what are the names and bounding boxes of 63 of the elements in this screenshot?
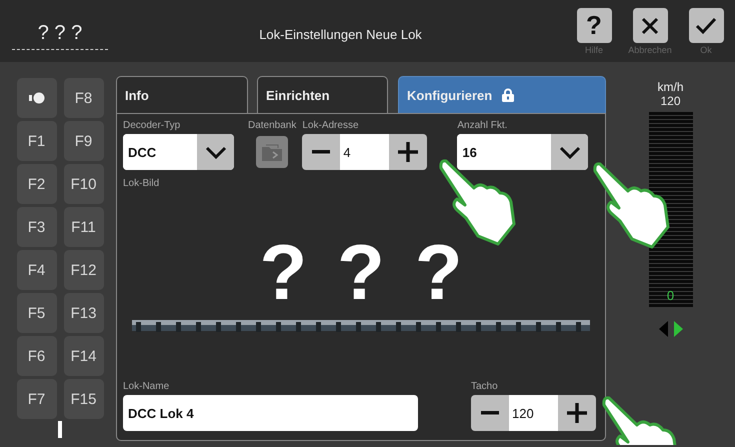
function-button[interactable]: F11 — [64, 207, 104, 247]
pointing-hand-icon — [601, 395, 679, 445]
decoder-type-dropdown[interactable]: DCC — [123, 134, 234, 170]
field-label: Lok-Bild — [123, 178, 160, 191]
pointing-hand-icon — [592, 161, 670, 251]
function-button[interactable]: F1 — [16, 121, 56, 161]
chevron-down-icon — [558, 146, 581, 158]
plus-icon — [567, 403, 587, 423]
function-count-dropdown[interactable]: 16 — [457, 134, 588, 170]
minus-icon — [312, 150, 330, 154]
close-icon — [641, 16, 659, 34]
current-speed: 0 — [666, 288, 676, 303]
chevron-down-icon — [204, 146, 226, 158]
tab[interactable]: Konfigurieren — [398, 76, 606, 113]
speed-unit: km/h — [657, 80, 684, 94]
lock-icon — [502, 88, 514, 102]
checkmark-icon — [695, 16, 717, 34]
folder-icon — [261, 142, 284, 162]
loco-name: ? ? ? — [12, 22, 108, 50]
function-button[interactable]: F4 — [16, 250, 56, 290]
cancel-button[interactable] — [632, 8, 668, 43]
button-caption: Ok — [700, 45, 712, 55]
question-mark: ? — [337, 240, 385, 304]
field-label: Lok-Adresse — [302, 120, 360, 133]
tab[interactable]: Einrichten — [257, 76, 388, 113]
function-button[interactable]: F14 — [64, 336, 104, 376]
field-label: Tacho — [471, 381, 499, 394]
increment-button[interactable] — [558, 395, 596, 431]
plus-icon — [398, 142, 418, 162]
question-mark: ? — [260, 240, 308, 304]
minus-icon — [481, 411, 499, 415]
function-button[interactable]: F9 — [64, 121, 104, 161]
function-button[interactable]: F6 — [16, 336, 56, 376]
function-button[interactable]: F3 — [16, 207, 56, 247]
function-button[interactable]: F2 — [16, 164, 56, 204]
help-button[interactable]: ? — [576, 8, 612, 43]
function-button[interactable]: F15 — [64, 379, 104, 419]
light-button[interactable] — [16, 78, 56, 118]
field-label: Anzahl Fkt. — [457, 120, 508, 133]
function-button[interactable]: F5 — [16, 293, 56, 333]
field-label: Datenbank — [248, 120, 296, 133]
tab[interactable]: Info — [116, 76, 248, 113]
ok-button[interactable] — [688, 8, 724, 43]
scroll-indicator — [58, 421, 62, 438]
function-button[interactable]: F13 — [64, 293, 104, 333]
window-title: Lok-Einstellungen Neue Lok — [258, 27, 423, 42]
function-button[interactable]: F8 — [64, 78, 104, 118]
max-speed: 120 — [660, 94, 681, 108]
button-caption: Abbrechen — [628, 45, 672, 55]
right-arrow-icon[interactable] — [674, 321, 682, 337]
field-label: Decoder-Typ — [123, 120, 182, 133]
decrement-button[interactable] — [471, 395, 509, 431]
tacho-field[interactable]: 120 — [509, 395, 558, 431]
function-button[interactable]: F12 — [64, 250, 104, 290]
increment-button[interactable] — [389, 134, 428, 170]
headlight-icon — [28, 92, 44, 104]
button-caption: Hilfe — [584, 45, 603, 55]
decrement-button[interactable] — [302, 134, 340, 170]
function-button[interactable]: F7 — [16, 379, 56, 419]
address-field[interactable]: 4 — [340, 134, 390, 170]
function-button[interactable]: F10 — [64, 164, 104, 204]
question-mark: ? — [414, 240, 462, 304]
field-label: Lok-Name — [123, 381, 170, 394]
